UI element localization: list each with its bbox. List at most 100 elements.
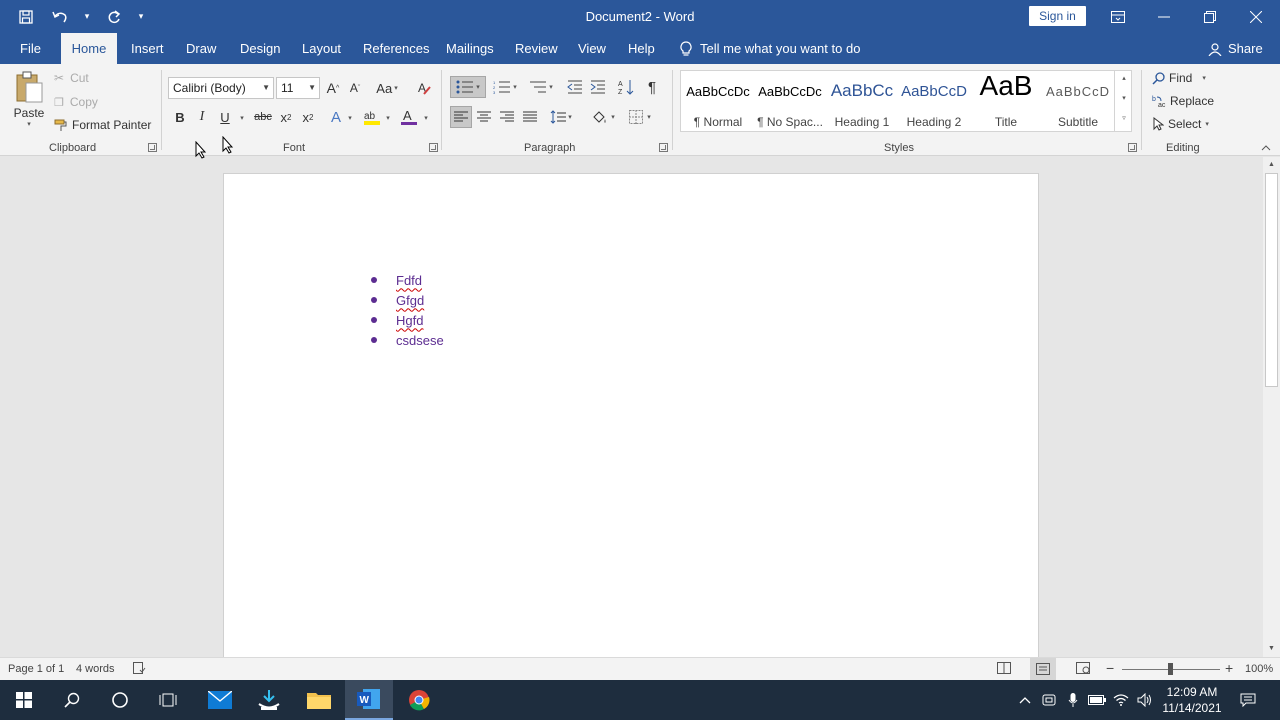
tab-draw[interactable]: Draw	[176, 33, 226, 64]
notifications-icon[interactable]	[1236, 680, 1260, 720]
restore-icon[interactable]	[1187, 0, 1233, 33]
grow-font-icon[interactable]: A ^	[324, 78, 342, 98]
find-button[interactable]: Find ▾	[1152, 70, 1206, 86]
tab-layout[interactable]: Layout	[292, 33, 351, 64]
style-heading-1[interactable]: AaBbCc Heading 1	[826, 70, 898, 130]
zoom-level[interactable]: 100%	[1245, 663, 1273, 675]
underline-dropdown-icon[interactable]: ▾	[238, 113, 246, 123]
list-item[interactable]: Gfgd	[370, 290, 444, 310]
sort-icon[interactable]: AZ	[616, 76, 636, 98]
text-effects-dropdown-icon[interactable]: ▾	[346, 113, 354, 123]
tell-me-search[interactable]: Tell me what you want to do	[680, 33, 860, 64]
search-icon[interactable]	[48, 680, 96, 720]
share-button[interactable]: Share	[1208, 33, 1263, 64]
tab-file[interactable]: File	[10, 33, 51, 64]
paragraph-launcher-icon[interactable]	[659, 143, 668, 152]
paste-button[interactable]: Paste ▾	[8, 68, 50, 130]
justify-icon[interactable]	[520, 106, 540, 128]
strikethrough-icon[interactable]: abc	[252, 107, 274, 127]
tab-home[interactable]: Home	[61, 33, 117, 64]
mail-app-icon[interactable]	[196, 680, 244, 720]
paste-dropdown-icon[interactable]: ▾	[27, 120, 31, 128]
style-heading-2[interactable]: AaBbCcD Heading 2	[898, 70, 970, 130]
tab-insert[interactable]: Insert	[121, 33, 174, 64]
zoom-in-icon[interactable]: +	[1225, 660, 1233, 676]
collapse-ribbon-icon[interactable]	[1259, 142, 1273, 154]
underline-icon[interactable]: U	[215, 107, 235, 127]
show-hidden-icons-icon[interactable]	[1013, 680, 1037, 720]
font-color-dropdown-icon[interactable]: ▾	[422, 113, 430, 123]
meet-now-icon[interactable]	[1037, 680, 1061, 720]
tab-design[interactable]: Design	[230, 33, 290, 64]
word-app-icon[interactable]: W	[345, 680, 393, 720]
styles-launcher-icon[interactable]	[1128, 143, 1137, 152]
scroll-up-icon[interactable]: ▲	[1266, 159, 1277, 169]
chrome-icon[interactable]	[395, 680, 443, 720]
minimize-icon[interactable]	[1141, 0, 1187, 33]
list-item[interactable]: csdsese	[370, 330, 444, 350]
cut-button[interactable]: ✂ Cut	[54, 70, 89, 86]
shading-button[interactable]: ▾	[587, 106, 619, 128]
align-left-icon[interactable]	[450, 106, 472, 128]
style-subtitle[interactable]: AaBbCcD Subtitle	[1042, 70, 1114, 130]
change-case-button[interactable]: Aa ▾	[372, 78, 402, 98]
ribbon-display-options-icon[interactable]	[1095, 0, 1141, 33]
battery-icon[interactable]	[1085, 680, 1109, 720]
align-center-icon[interactable]	[474, 106, 494, 128]
highlight-icon[interactable]: ab	[361, 107, 383, 127]
gallery-scroll-up-icon[interactable]: ▴	[1119, 74, 1129, 82]
italic-icon[interactable]: I	[193, 107, 211, 127]
gallery-more-icon[interactable]: ▿	[1119, 114, 1129, 122]
list-item-text[interactable]: Gfgd	[396, 293, 424, 308]
proofing-icon[interactable]	[133, 662, 146, 677]
subscript-icon[interactable]: x2	[277, 107, 295, 127]
borders-button[interactable]: ▾	[624, 106, 656, 128]
style-normal[interactable]: AaBbCcDc ¶ Normal	[682, 70, 754, 130]
word-count-status[interactable]: 4 words	[76, 663, 115, 675]
list-item-text[interactable]: Fdfd	[396, 273, 422, 288]
tab-help[interactable]: Help	[618, 33, 665, 64]
gallery-scroll-down-icon[interactable]: ▾	[1119, 94, 1129, 102]
align-right-icon[interactable]	[497, 106, 517, 128]
decrease-indent-icon[interactable]	[565, 76, 585, 98]
windows-start-icon[interactable]	[0, 680, 48, 720]
font-launcher-icon[interactable]	[429, 143, 438, 152]
close-icon[interactable]	[1233, 0, 1279, 33]
file-explorer-icon[interactable]	[295, 680, 343, 720]
installer-app-icon[interactable]	[245, 680, 293, 720]
copy-button[interactable]: ❐ Copy	[54, 94, 98, 110]
clear-formatting-icon[interactable]: A	[414, 78, 434, 98]
list-item-text[interactable]: csdsese	[396, 333, 444, 348]
multilevel-list-button[interactable]: ▾	[526, 76, 556, 98]
vertical-scrollbar[interactable]: ▲ ▼	[1263, 157, 1280, 657]
style-title[interactable]: AaB Title	[970, 70, 1042, 130]
cortana-icon[interactable]	[96, 680, 144, 720]
font-size-combo[interactable]: 11 ▼	[276, 77, 320, 99]
highlight-dropdown-icon[interactable]: ▾	[384, 113, 392, 123]
list-item[interactable]: Fdfd	[370, 270, 444, 290]
scroll-thumb[interactable]	[1265, 173, 1278, 387]
bullets-button[interactable]: ▾	[450, 76, 486, 98]
list-item-text[interactable]: Hgfd	[396, 313, 423, 328]
zoom-slider-thumb[interactable]	[1168, 663, 1173, 675]
text-effects-icon[interactable]: A	[326, 107, 346, 127]
tab-references[interactable]: References	[353, 33, 439, 64]
read-mode-icon[interactable]	[997, 662, 1011, 677]
style-no-spacing[interactable]: AaBbCcDc ¶ No Spac...	[754, 70, 826, 130]
tab-view[interactable]: View	[568, 33, 616, 64]
replace-button[interactable]: b ac Replace	[1152, 93, 1214, 109]
font-name-combo[interactable]: Calibri (Body) ▼	[168, 77, 274, 99]
shrink-font-icon[interactable]: Aˇ	[346, 78, 364, 98]
task-view-icon[interactable]	[144, 680, 192, 720]
microphone-icon[interactable]	[1061, 680, 1085, 720]
format-painter-button[interactable]: Format Painter	[54, 117, 151, 133]
document-page[interactable]	[223, 173, 1039, 663]
print-layout-icon[interactable]	[1030, 658, 1056, 680]
superscript-icon[interactable]: x2	[299, 107, 317, 127]
tab-mailings[interactable]: Mailings	[436, 33, 504, 64]
page-count-status[interactable]: Page 1 of 1	[8, 663, 64, 675]
list-item[interactable]: Hgfd	[370, 310, 444, 330]
web-layout-icon[interactable]	[1076, 662, 1090, 677]
sign-in-button[interactable]: Sign in	[1029, 6, 1086, 26]
bold-icon[interactable]: B	[171, 107, 189, 127]
